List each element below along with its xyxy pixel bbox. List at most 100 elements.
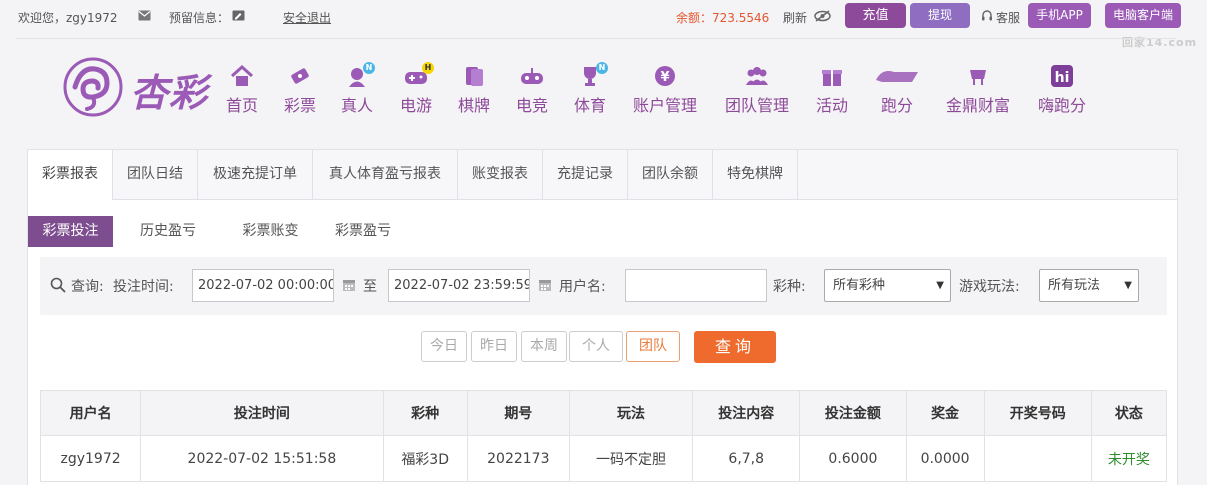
- gift-icon: [814, 64, 850, 90]
- nav-item-label: 真人: [340, 96, 373, 115]
- personal-button[interactable]: 个人: [569, 331, 623, 362]
- tab[interactable]: 团队余额: [628, 150, 713, 199]
- top-bar: 欢迎您，zgy1972 预留信息： 安全退出 余额：723.5546 刷新 充值…: [0, 0, 1207, 49]
- table-cell: 福彩3D: [382, 435, 468, 482]
- subtab[interactable]: 历史盈亏: [113, 216, 223, 247]
- column-header: 期号: [466, 390, 570, 436]
- username-label: 用户名:: [559, 279, 606, 295]
- tab[interactable]: 特免棋牌: [713, 150, 798, 199]
- today-button[interactable]: 今日: [421, 331, 467, 362]
- nav-item-label: 活动: [815, 96, 848, 115]
- end-time-input[interactable]: 2022-07-02 23:59:59: [388, 269, 530, 302]
- table-cell: 未开奖: [1090, 435, 1168, 482]
- service-link[interactable]: 客服: [996, 9, 1020, 26]
- nav-item[interactable]: ¥ 账户管理: [630, 64, 700, 116]
- nav-item[interactable]: hi 嗨跑分: [1036, 64, 1088, 116]
- nav-item[interactable]: 彩票: [283, 64, 317, 116]
- edit-icon[interactable]: [232, 10, 245, 21]
- nav-item[interactable]: 跑分: [872, 64, 922, 116]
- subtab[interactable]: 彩票投注: [28, 216, 113, 247]
- column-header: 开奖号码: [983, 390, 1092, 436]
- balance-text: 余额：723.5546: [676, 11, 770, 25]
- mobile-app-button[interactable]: 手机APP: [1028, 3, 1091, 28]
- pc-client-button[interactable]: 电脑客户端: [1105, 3, 1181, 28]
- nav-item[interactable]: 活动: [814, 64, 850, 116]
- tab[interactable]: 彩票报表: [28, 150, 113, 200]
- yesterday-button[interactable]: 昨日: [471, 331, 517, 362]
- bet-time-label: 投注时间:: [113, 279, 174, 295]
- calendar-icon[interactable]: [538, 278, 552, 292]
- home-icon: [225, 64, 259, 90]
- username-input[interactable]: [625, 269, 767, 302]
- table-body: zgy1972 2022-07-02 15:51:58 福彩3D 2022173 一码不…: [39, 435, 1168, 482]
- table-cell: 0.6000: [799, 435, 907, 482]
- team-button[interactable]: 团队: [626, 331, 680, 362]
- query-label: 查询:: [71, 279, 104, 295]
- table-cell: 一码不定胆: [568, 435, 694, 482]
- table-cell: 2022-07-02 15:51:58: [140, 435, 384, 482]
- chevron-down-icon: ▼: [936, 280, 944, 291]
- play-select-value: 所有玩法: [1048, 278, 1101, 293]
- withdraw-button[interactable]: 提现: [910, 3, 970, 28]
- start-time-input[interactable]: 2022-07-02 00:00:00: [192, 269, 334, 302]
- chevron-down-icon: ▼: [1124, 280, 1132, 291]
- nav-item-label: 棋牌: [457, 96, 490, 115]
- nav-item[interactable]: 棋牌: [456, 64, 492, 116]
- calendar-icon[interactable]: [342, 278, 356, 292]
- nav-item[interactable]: 电竞: [514, 64, 550, 116]
- mail-icon[interactable]: [138, 10, 151, 21]
- tab[interactable]: 极速充提订单: [198, 150, 313, 199]
- nav-item-label: 账户管理: [632, 96, 697, 115]
- watermark: 回家14.com: [1122, 36, 1198, 49]
- lottery-label: 彩种:: [773, 279, 806, 295]
- nav-item[interactable]: H 电游: [398, 62, 434, 116]
- tab[interactable]: 真人体育盈亏报表: [313, 150, 458, 199]
- table-cell: 2022173: [466, 435, 570, 482]
- lottery-icon: [283, 64, 317, 90]
- nav-item[interactable]: 首页: [225, 64, 259, 116]
- headset-icon[interactable]: [981, 10, 993, 22]
- query-bar: 查询: 投注时间: 2022-07-02 00:00:00 至 2022-07-…: [40, 257, 1167, 315]
- nav-item-label: 跑分: [880, 96, 913, 115]
- nav-item[interactable]: 金鼎财富: [944, 64, 1012, 116]
- cards-icon: [456, 64, 492, 90]
- reserved-info-label: 预留信息：: [169, 11, 230, 25]
- nav-item[interactable]: 团队管理: [722, 64, 792, 116]
- nav-item-label: 金鼎财富: [945, 96, 1010, 115]
- nav-item[interactable]: N 体育: [572, 62, 608, 116]
- lottery-select[interactable]: 所有彩种 ▼: [824, 269, 951, 302]
- recharge-button[interactable]: 充值: [845, 3, 906, 28]
- play-select[interactable]: 所有玩法 ▼: [1039, 269, 1139, 302]
- nav-badge: N: [363, 62, 375, 74]
- brand-logo-icon[interactable]: [63, 57, 123, 117]
- table-cell: 0.0000: [905, 435, 985, 482]
- search-icon: [50, 277, 66, 293]
- logout-link[interactable]: 安全退出: [283, 9, 331, 26]
- refresh-label[interactable]: 刷新: [783, 9, 807, 26]
- column-header: 状态: [1090, 390, 1168, 436]
- nav-item-label: 彩票: [283, 96, 316, 115]
- tab[interactable]: 账变报表: [458, 150, 543, 199]
- column-header: 投注内容: [692, 390, 801, 436]
- report-tabs: 彩票报表 团队日结 极速充提订单 真人体育盈亏报表 账变报表 充提记录 团队余额 特免棋牌: [28, 150, 1177, 200]
- tab[interactable]: 团队日结: [113, 150, 198, 199]
- column-header: 投注金额: [799, 390, 907, 436]
- team-icon: [722, 64, 792, 90]
- column-header: 投注时间: [140, 390, 384, 436]
- table-cell: [983, 435, 1092, 482]
- svg-text:¥: ¥: [660, 70, 669, 85]
- subtab[interactable]: 彩票盈亏: [318, 216, 408, 247]
- table-cell: zgy1972: [39, 435, 142, 482]
- search-button[interactable]: 查询: [694, 331, 776, 363]
- nav-item-label: 首页: [225, 96, 258, 115]
- this-week-button[interactable]: 本周: [521, 331, 567, 362]
- subtab[interactable]: 彩票账变: [223, 216, 318, 247]
- table-header-row: 用户名 投注时间 彩种 期号 玩法 投注内容 投注金额 奖金 开奖号码 状态: [39, 390, 1168, 436]
- column-header: 玩法: [568, 390, 694, 436]
- tab[interactable]: 充提记录: [543, 150, 628, 199]
- nav-item[interactable]: N 真人: [340, 62, 375, 116]
- brand-logo-text[interactable]: 杏彩: [130, 62, 208, 117]
- nav-item-label: 嗨跑分: [1037, 96, 1086, 115]
- column-header: 奖金: [905, 390, 985, 436]
- eye-hidden-icon[interactable]: [814, 10, 831, 22]
